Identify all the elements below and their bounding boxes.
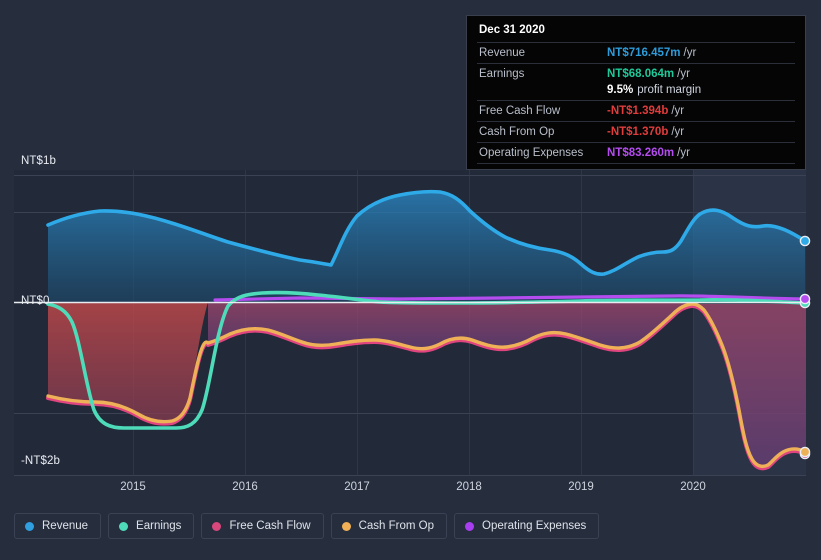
legend-item-revenue[interactable]: Revenue <box>14 513 102 539</box>
tooltip-value-operating-expenses: NT$83.260m <box>607 147 675 159</box>
operating-expenses-end-marker <box>799 293 811 305</box>
tooltip-label-earnings: Earnings <box>479 68 525 80</box>
tooltip-row-operating-expenses: Operating Expenses NT$83.260m /yr <box>477 142 795 163</box>
financial-chart-widget: NT$1b NT$0 -NT$2b 2015 2016 2017 2018 20… <box>0 0 821 560</box>
tooltip-unit-cash-from-op: /yr <box>671 126 685 138</box>
legend-label-cash-from-op: Cash From Op <box>358 520 435 532</box>
legend-dot-earnings-icon <box>119 521 129 531</box>
tooltip-row-profit-margin: 9.5% profit margin <box>477 84 795 100</box>
legend-dot-free-cash-flow-icon <box>212 521 222 531</box>
x-axis-label-2017: 2017 <box>344 481 370 493</box>
legend-item-free-cash-flow[interactable]: Free Cash Flow <box>201 513 324 539</box>
tooltip-label-revenue: Revenue <box>479 47 526 59</box>
tooltip-unit-earnings: /yr <box>677 68 690 80</box>
tooltip-row-earnings: Earnings NT$68.064m /yr <box>477 63 795 84</box>
x-axis-label-2018: 2018 <box>456 481 482 493</box>
legend-label-operating-expenses: Operating Expenses <box>482 520 587 532</box>
cash-from-op-end-marker <box>799 446 811 458</box>
y-axis-label-zero: NT$0 <box>21 295 50 307</box>
legend-item-cash-from-op[interactable]: Cash From Op <box>330 513 448 539</box>
legend-label-revenue: Revenue <box>42 520 89 532</box>
tooltip-unit-operating-expenses: /yr <box>677 147 690 159</box>
tooltip-value-profit-margin: 9.5% <box>607 84 634 96</box>
chart-legend: Revenue Earnings Free Cash Flow Cash Fro… <box>14 513 600 539</box>
legend-dot-operating-expenses-icon <box>465 521 475 531</box>
tooltip-date: Dec 31 2020 <box>479 24 545 36</box>
x-axis-label-2019: 2019 <box>568 481 594 493</box>
x-axis-label-2016: 2016 <box>232 481 258 493</box>
legend-dot-cash-from-op-icon <box>341 521 351 531</box>
tooltip-value-cash-from-op: -NT$1.370b <box>607 126 669 138</box>
tooltip-label-cash-from-op: Cash From Op <box>479 126 555 138</box>
y-axis-label-top: NT$1b <box>21 155 57 167</box>
tooltip-unit-revenue: /yr <box>683 47 697 59</box>
revenue-end-marker <box>799 235 811 247</box>
x-axis-label-2015: 2015 <box>120 481 146 493</box>
tooltip-unit-free-cash-flow: /yr <box>671 105 685 117</box>
tooltip-value-revenue: NT$716.457m <box>607 47 681 59</box>
legend-item-operating-expenses[interactable]: Operating Expenses <box>454 513 600 539</box>
tooltip-value-free-cash-flow: -NT$1.394b <box>607 105 669 117</box>
x-axis-label-2020: 2020 <box>680 481 706 493</box>
y-axis-label-bottom: -NT$2b <box>21 455 60 467</box>
legend-item-earnings[interactable]: Earnings <box>108 513 195 539</box>
tooltip-sub-profit-margin: profit margin <box>637 84 702 96</box>
legend-label-free-cash-flow: Free Cash Flow <box>229 520 311 532</box>
tooltip-row-cash-from-op: Cash From Op -NT$1.370b /yr <box>477 121 795 142</box>
tooltip-value-earnings: NT$68.064m <box>607 68 675 80</box>
chart-tooltip: Dec 31 2020 Revenue NT$716.457m /yr Earn… <box>466 15 806 170</box>
legend-label-earnings: Earnings <box>136 520 182 532</box>
tooltip-label-operating-expenses: Operating Expenses <box>479 147 584 159</box>
legend-dot-revenue-icon <box>25 521 34 531</box>
tooltip-label-free-cash-flow: Free Cash Flow <box>479 105 561 117</box>
tooltip-row-free-cash-flow: Free Cash Flow -NT$1.394b /yr <box>477 100 795 121</box>
tooltip-row-revenue: Revenue NT$716.457m /yr <box>477 42 795 63</box>
tooltip-bottom-divider <box>477 163 795 164</box>
